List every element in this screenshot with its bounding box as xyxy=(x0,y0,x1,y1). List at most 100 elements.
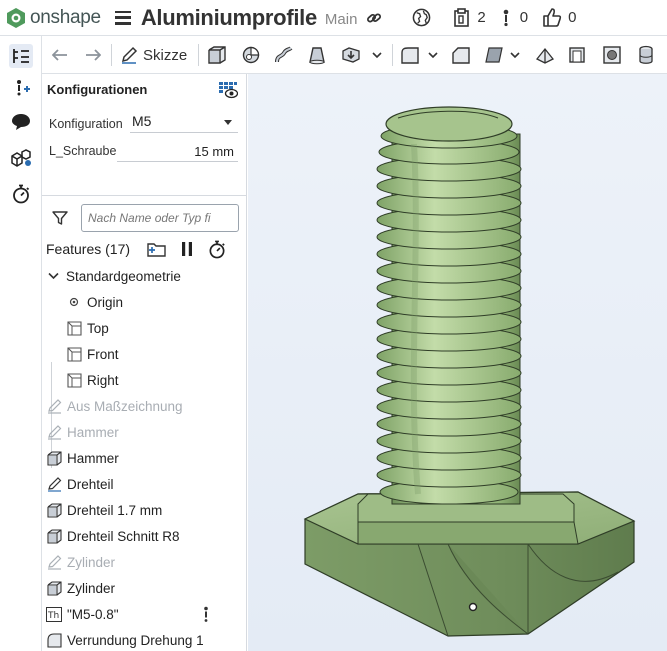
new-folder-icon[interactable] xyxy=(147,239,167,259)
hamburger-menu-icon[interactable] xyxy=(114,10,131,25)
tree-item-label: Zylinder xyxy=(67,554,116,570)
tree-item-label: Hammer xyxy=(67,450,119,466)
chevron-down-icon[interactable] xyxy=(508,45,522,65)
configuration-select[interactable]: M5 xyxy=(130,111,238,133)
draft-icon[interactable] xyxy=(483,45,505,65)
chevron-down-icon[interactable] xyxy=(426,45,440,65)
pause-icon[interactable] xyxy=(180,239,194,259)
rib-icon[interactable] xyxy=(534,45,556,65)
stopwatch-icon[interactable] xyxy=(9,182,33,206)
param-label: L_Schraube xyxy=(49,144,117,158)
extrude-icon xyxy=(46,450,62,466)
undo-icon[interactable] xyxy=(50,45,70,65)
tree-item-thread-text[interactable]: Th "M5-0.8" xyxy=(46,602,246,626)
stopwatch-icon[interactable] xyxy=(208,239,226,259)
3d-viewport[interactable] xyxy=(248,74,667,651)
cylinder-icon[interactable] xyxy=(635,45,657,65)
feature-search-input[interactable] xyxy=(81,204,239,232)
sketch-icon xyxy=(46,398,62,414)
variables-icon[interactable] xyxy=(9,76,33,100)
like-icon[interactable]: 0 xyxy=(542,8,576,27)
comments-icon[interactable]: 0 xyxy=(502,9,528,27)
t-bolt-model[interactable] xyxy=(248,74,667,651)
param-value-field[interactable]: 15 mm xyxy=(117,142,238,162)
tree-item-right[interactable]: Right xyxy=(66,368,246,392)
more-options-icon[interactable] xyxy=(203,606,209,626)
configuration-value: M5 xyxy=(132,113,152,129)
chamfer-icon[interactable] xyxy=(450,45,472,65)
fillet-icon[interactable] xyxy=(399,45,421,65)
comments-count: 0 xyxy=(519,9,529,26)
revolve-icon[interactable] xyxy=(240,45,262,65)
thread-text-icon: Th xyxy=(46,606,62,622)
versions-icon[interactable]: 2 xyxy=(453,8,486,27)
tree-item-label: Verrundung Drehung 1 xyxy=(67,632,204,648)
tree-item-aus-masszeichnung[interactable]: Aus Maßzeichnung xyxy=(46,394,246,418)
parts-box-icon[interactable] xyxy=(9,146,33,170)
logo-text: onshape xyxy=(30,6,101,28)
versions-count: 2 xyxy=(477,9,486,26)
extrude-icon xyxy=(46,502,62,518)
param-value: 15 mm xyxy=(194,144,234,159)
top-bar: onshape Aluminiumprofile Main 2 0 0 xyxy=(0,0,667,36)
feature-panel: Konfigurationen Konfiguration M5 L_Schra… xyxy=(42,74,247,651)
tree-item-label: Hammer xyxy=(67,424,119,440)
sketch-icon xyxy=(46,476,62,492)
feature-list-icon[interactable] xyxy=(9,44,33,68)
tree-item-zylinder-sketch[interactable]: Zylinder xyxy=(46,550,246,574)
plane-icon xyxy=(66,372,82,388)
hole-icon[interactable] xyxy=(601,45,623,65)
extrude-icon xyxy=(46,528,62,544)
comment-bubble-icon[interactable] xyxy=(9,110,33,134)
likes-count: 0 xyxy=(568,9,577,26)
tree-item-verrundung[interactable]: Verrundung Drehung 1 xyxy=(46,628,246,651)
tree-item-front[interactable]: Front xyxy=(66,342,246,366)
tree-item-label: Front xyxy=(87,346,119,362)
extrude-icon[interactable] xyxy=(206,45,228,65)
link-icon[interactable] xyxy=(366,10,382,26)
configurations-title: Konfigurationen xyxy=(47,82,148,97)
extrude-icon xyxy=(46,580,62,596)
configuration-label: Konfiguration xyxy=(49,117,123,131)
onshape-logo[interactable]: onshape xyxy=(6,7,101,29)
filter-icon[interactable] xyxy=(52,210,68,231)
features-header: Features (17) xyxy=(46,241,131,257)
tree-item-label: Drehteil 1.7 mm xyxy=(67,502,163,518)
feature-toolbar: Skizze xyxy=(42,36,667,74)
tree-group-standardgeometrie[interactable]: Standardgeometrie xyxy=(45,264,246,288)
tree-item-label: "M5-0.8" xyxy=(67,606,119,622)
sketch-label: Skizze xyxy=(143,46,188,64)
tree-item-label: Aus Maßzeichnung xyxy=(67,398,183,414)
tree-item-label: Zylinder xyxy=(67,580,116,596)
tree-item-drehteil-sketch[interactable]: Drehteil xyxy=(46,472,246,496)
chevron-down-icon[interactable] xyxy=(370,45,384,65)
tree-item-drehteil-schnitt[interactable]: Drehteil Schnitt R8 xyxy=(46,524,246,548)
tree-item-hammer-extrude[interactable]: Hammer xyxy=(46,446,246,470)
branch-label[interactable]: Main xyxy=(325,11,358,28)
sweep-icon[interactable] xyxy=(273,45,295,65)
tree-item-label: Drehteil Schnitt R8 xyxy=(67,528,180,544)
plane-icon xyxy=(66,320,82,336)
tree-item-label: Right xyxy=(87,372,119,388)
sketch-icon xyxy=(46,554,62,570)
configuration-table-icon[interactable] xyxy=(218,81,239,104)
redo-icon[interactable] xyxy=(83,45,103,65)
tree-item-label: Top xyxy=(87,320,109,336)
tree-item-label: Drehteil xyxy=(67,476,114,492)
onshape-logo-icon xyxy=(7,7,25,28)
sketch-icon xyxy=(46,424,62,440)
left-tool-strip xyxy=(0,36,42,651)
shell-icon[interactable] xyxy=(566,45,588,65)
thicken-icon[interactable] xyxy=(340,45,362,65)
tree-item-top[interactable]: Top xyxy=(66,316,246,340)
tree-item-drehteil-1-7[interactable]: Drehteil 1.7 mm xyxy=(46,498,246,522)
loft-icon[interactable] xyxy=(306,45,328,65)
tree-item-hammer-sketch[interactable]: Hammer xyxy=(46,420,246,444)
tree-group-label: Standardgeometrie xyxy=(66,268,181,284)
document-title[interactable]: Aluminiumprofile xyxy=(141,5,317,31)
globe-icon[interactable] xyxy=(412,8,431,27)
sketch-button[interactable]: Skizze xyxy=(120,45,187,65)
chevron-down-icon[interactable] xyxy=(45,268,61,284)
tree-item-origin[interactable]: Origin xyxy=(66,290,246,314)
tree-item-zylinder-extrude[interactable]: Zylinder xyxy=(46,576,246,600)
